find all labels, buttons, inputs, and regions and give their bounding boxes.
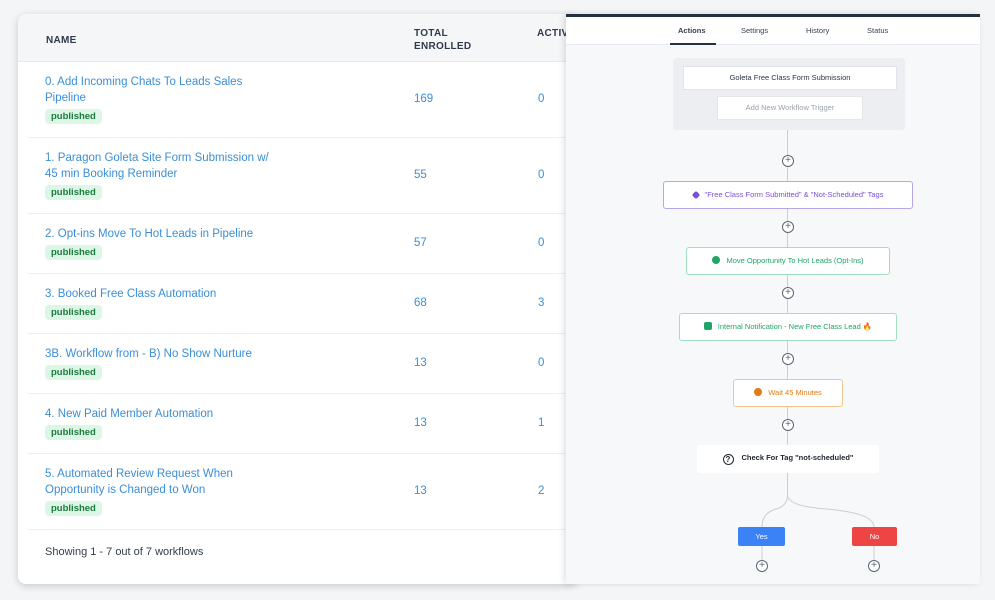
table-row[interactable]: 3B. Workflow from - B) No Show Nurture p… <box>28 334 576 394</box>
add-action-plus-icon[interactable]: + <box>782 155 794 167</box>
add-action-plus-icon[interactable]: + <box>868 560 880 572</box>
tab-status[interactable]: Status <box>867 26 888 35</box>
column-header-name[interactable]: NAME <box>46 34 77 47</box>
dollar-icon <box>712 256 721 264</box>
workflow-name-link[interactable]: 0. Add Incoming Chats To Leads Sales Pip… <box>45 74 275 106</box>
action-label: Move Opportunity To Hot Leads (Opt-Ins) <box>726 256 864 265</box>
action-label: Wait 45 Minutes <box>768 388 822 397</box>
condition-label: Check For Tag "not-scheduled" <box>741 453 854 462</box>
status-badge: published <box>45 365 102 380</box>
active-enrolled-value[interactable]: 0 <box>538 357 544 369</box>
status-badge: published <box>45 245 102 260</box>
workflow-name-link[interactable]: 2. Opt-ins Move To Hot Leads in Pipeline <box>45 226 305 242</box>
table-row[interactable]: 1. Paragon Goleta Site Form Submission w… <box>28 138 576 214</box>
active-enrolled-value[interactable]: 3 <box>538 297 544 309</box>
condition-check-tag[interactable]: ? Check For Tag "not-scheduled" <box>697 445 879 473</box>
active-enrolled-value[interactable]: 2 <box>538 485 544 497</box>
table-header: NAME TOTAL ENROLLED ACTIVE ENROLLED <box>18 14 578 62</box>
pagination-summary: Showing 1 - 7 out of 7 workflows <box>45 546 204 558</box>
tag-icon <box>691 190 700 200</box>
total-enrolled-value[interactable]: 57 <box>414 237 427 249</box>
action-add-tags[interactable]: "Free Class Form Submitted" & "Not-Sched… <box>663 181 913 209</box>
workflow-name-link[interactable]: 3B. Workflow from - B) No Show Nurture <box>45 346 305 362</box>
tab-actions[interactable]: Actions <box>678 26 706 35</box>
tab-history[interactable]: History <box>806 26 829 35</box>
table-row[interactable]: 4. New Paid Member Automation published … <box>28 394 576 454</box>
total-enrolled-value[interactable]: 169 <box>414 93 433 105</box>
total-enrolled-value[interactable]: 13 <box>414 357 427 369</box>
total-enrolled-value[interactable]: 13 <box>414 485 427 497</box>
action-internal-notification[interactable]: Internal Notification - New Free Class L… <box>679 313 897 341</box>
active-enrolled-value[interactable]: 0 <box>538 237 544 249</box>
workflow-name-link[interactable]: 3. Booked Free Class Automation <box>45 286 275 302</box>
builder-tabs: Actions Settings History Status <box>566 17 980 45</box>
total-enrolled-value[interactable]: 55 <box>414 169 427 181</box>
status-badge: published <box>45 305 102 320</box>
clock-icon <box>754 388 763 396</box>
active-enrolled-value[interactable]: 0 <box>538 169 544 181</box>
active-tab-indicator <box>670 43 716 45</box>
action-label: "Free Class Form Submitted" & "Not-Sched… <box>704 190 884 199</box>
column-header-total-enrolled[interactable]: TOTAL ENROLLED <box>414 27 494 53</box>
action-move-opportunity[interactable]: Move Opportunity To Hot Leads (Opt-Ins) <box>686 247 890 275</box>
trigger-container: Goleta Free Class Form Submission Add Ne… <box>673 58 905 130</box>
action-wait[interactable]: Wait 45 Minutes <box>733 379 843 407</box>
table-row[interactable]: 3. Booked Free Class Automation publishe… <box>28 274 576 334</box>
branch-yes-button[interactable]: Yes <box>738 527 785 546</box>
active-enrolled-value[interactable]: 1 <box>538 417 544 429</box>
add-action-plus-icon[interactable]: + <box>756 560 768 572</box>
workflow-name-link[interactable]: 5. Automated Review Request When Opportu… <box>45 466 275 498</box>
table-row[interactable]: 5. Automated Review Request When Opportu… <box>28 454 576 530</box>
total-enrolled-value[interactable]: 13 <box>414 417 427 429</box>
add-action-plus-icon[interactable]: + <box>782 353 794 365</box>
add-trigger-button[interactable]: Add New Workflow Trigger <box>717 96 863 120</box>
bell-icon <box>703 322 712 330</box>
active-enrolled-value[interactable]: 0 <box>538 93 544 105</box>
status-badge: published <box>45 109 102 124</box>
add-action-plus-icon[interactable]: + <box>782 221 794 233</box>
workflow-builder: Actions Settings History Status Goleta F… <box>566 14 980 584</box>
add-action-plus-icon[interactable]: + <box>782 419 794 431</box>
status-badge: published <box>45 501 102 516</box>
action-label: Internal Notification - New Free Class L… <box>717 322 873 331</box>
workflow-table-body: 0. Add Incoming Chats To Leads Sales Pip… <box>28 62 576 530</box>
table-row[interactable]: 0. Add Incoming Chats To Leads Sales Pip… <box>28 62 576 138</box>
workflow-name-link[interactable]: 4. New Paid Member Automation <box>45 406 275 422</box>
workflow-name-link[interactable]: 1. Paragon Goleta Site Form Submission w… <box>45 150 275 182</box>
table-row[interactable]: 2. Opt-ins Move To Hot Leads in Pipeline… <box>28 214 576 274</box>
question-icon: ? <box>722 454 734 465</box>
workflow-trigger[interactable]: Goleta Free Class Form Submission <box>683 66 897 90</box>
status-badge: published <box>45 425 102 440</box>
workflow-list-card: NAME TOTAL ENROLLED ACTIVE ENROLLED 0. A… <box>18 14 578 584</box>
branch-no-button[interactable]: No <box>852 527 897 546</box>
screen: NAME TOTAL ENROLLED ACTIVE ENROLLED 0. A… <box>0 0 995 600</box>
status-badge: published <box>45 185 102 200</box>
total-enrolled-value[interactable]: 68 <box>414 297 427 309</box>
tab-settings[interactable]: Settings <box>741 26 768 35</box>
add-action-plus-icon[interactable]: + <box>782 287 794 299</box>
connector-line <box>787 473 788 495</box>
